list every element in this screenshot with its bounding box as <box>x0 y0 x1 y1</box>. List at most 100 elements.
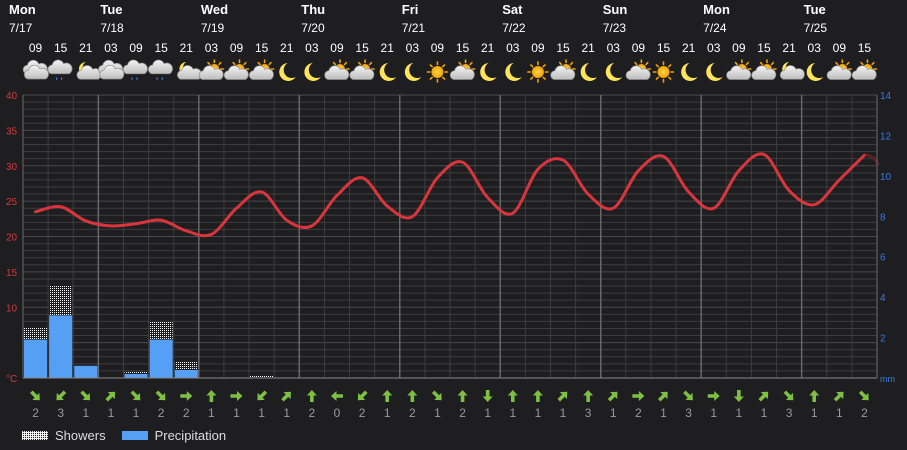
rain-drop <box>161 77 163 80</box>
day-date: 7/17 <box>9 21 33 35</box>
partly-cloudy-night-icon <box>779 62 805 80</box>
wind-speed-label: 3 <box>685 406 692 420</box>
day-date: 7/25 <box>804 21 828 35</box>
sun-ray <box>441 76 446 80</box>
hour-label: 21 <box>180 41 194 55</box>
wind-arrow <box>809 390 820 402</box>
wind-arrow <box>180 391 193 401</box>
wind-arrow <box>482 390 493 402</box>
hour-label: 15 <box>355 41 369 55</box>
precipitation-bar <box>174 369 198 378</box>
cloudy-sun-icon <box>851 59 878 80</box>
y-left-tick-label: 20 <box>6 233 18 244</box>
sun-ray <box>846 61 850 66</box>
hour-label: 09 <box>29 41 43 55</box>
partly-cloudy-night-icon <box>177 62 202 80</box>
chart-svg: 40353025201510°C1412108642mm Mon7/17Tue7… <box>6 2 895 420</box>
y-left-tick-label: 30 <box>6 162 18 173</box>
cloudy-sun-icon <box>198 59 225 80</box>
wind-arrow-shape <box>180 391 193 401</box>
sun-ray <box>835 61 839 66</box>
sun-ray <box>634 61 638 66</box>
cloud-shape <box>726 65 752 80</box>
sun-ray <box>429 76 433 80</box>
moon-icon <box>505 62 522 81</box>
hour-label: 21 <box>79 41 93 55</box>
temperature-point <box>838 178 841 182</box>
forecast-header: Mon 7/17 Tue 7/18 Wed 7/19 Thu 7/20 Fri 7/21 Sat 7/… <box>9 2 871 55</box>
day-date: 7/21 <box>402 21 426 35</box>
wind-arrow <box>457 390 468 402</box>
wind-speed-label: 1 <box>736 406 743 420</box>
hour-label: 21 <box>381 41 395 55</box>
wind-arrow <box>733 390 744 402</box>
wind-arrow-shape <box>657 391 668 402</box>
hour-label: 15 <box>757 41 771 55</box>
temperature-point <box>360 176 364 179</box>
temperature-point <box>210 233 213 236</box>
moon-icon <box>605 62 623 81</box>
showers-swatch <box>22 430 48 440</box>
wind-speed-label: 1 <box>434 406 441 420</box>
hour-label: 09 <box>632 41 646 55</box>
moon-icon <box>404 62 422 81</box>
wind-speed-label: 1 <box>811 406 818 420</box>
cloud-shape <box>198 65 224 80</box>
sun-ray <box>668 76 672 80</box>
wind-speed-label: 1 <box>233 406 240 420</box>
wind-speed-label: 1 <box>710 406 717 420</box>
temperature-point <box>637 169 640 172</box>
wind-speed-label: 3 <box>786 406 793 420</box>
day-date: 7/22 <box>502 21 526 35</box>
hour-label: 09 <box>230 41 244 55</box>
sun-ray <box>243 61 247 66</box>
temperature-point <box>185 229 188 233</box>
temperature-point <box>561 158 565 162</box>
hour-label: 21 <box>481 41 495 55</box>
hour-label: 15 <box>54 41 68 55</box>
temperature-point <box>260 190 263 194</box>
wind-arrow <box>330 391 343 401</box>
day-name: Sun <box>603 2 628 17</box>
wind-speed-label: 2 <box>309 406 316 420</box>
wind-arrow <box>206 390 217 402</box>
wind-speed-label: 1 <box>82 406 89 420</box>
sun-ray <box>871 61 875 66</box>
y-right-tick-label: 12 <box>880 131 892 142</box>
hour-label: 09 <box>833 41 847 55</box>
wind-arrow <box>683 390 693 401</box>
sun-disc <box>657 66 670 78</box>
cloudy-sun-icon <box>550 59 576 80</box>
moon-icon <box>580 62 598 81</box>
day-name: Thu <box>301 2 325 17</box>
y-left-tick-label: 10 <box>6 303 18 314</box>
partly-cloudy-night-icon <box>76 62 102 80</box>
moon-shape <box>580 62 598 81</box>
wind-arrow <box>155 390 166 401</box>
sun-ray <box>343 61 348 66</box>
precipitation-bar <box>149 339 173 378</box>
wind-arrow-shape <box>130 390 141 401</box>
wind-arrow <box>758 391 769 402</box>
wind-arrow <box>257 390 268 401</box>
wind-arrow-shape <box>206 390 217 402</box>
wind-speed-label: 1 <box>208 406 215 420</box>
wind-arrow-shape <box>357 390 368 401</box>
wind-arrow-shape <box>382 390 393 402</box>
sun-ray <box>770 61 775 66</box>
wind-arrow-shape <box>105 391 116 402</box>
wind-speed-label: 2 <box>359 406 366 420</box>
wind-arrow-shape <box>583 390 594 402</box>
hour-label: 03 <box>305 41 319 55</box>
wind-arrow <box>707 391 720 401</box>
day-name: Mon <box>703 2 730 17</box>
cloudy-sun-icon <box>223 59 250 80</box>
cloudy-sun-icon <box>726 59 752 80</box>
cloudy-sun-icon <box>625 59 652 80</box>
hour-label: 15 <box>556 41 570 55</box>
wind-arrow-shape <box>281 391 291 402</box>
moon-icon <box>806 62 824 81</box>
legend-showers-label: Showers <box>55 427 106 443</box>
hour-label: 09 <box>330 41 344 55</box>
temperature-point <box>335 194 339 197</box>
